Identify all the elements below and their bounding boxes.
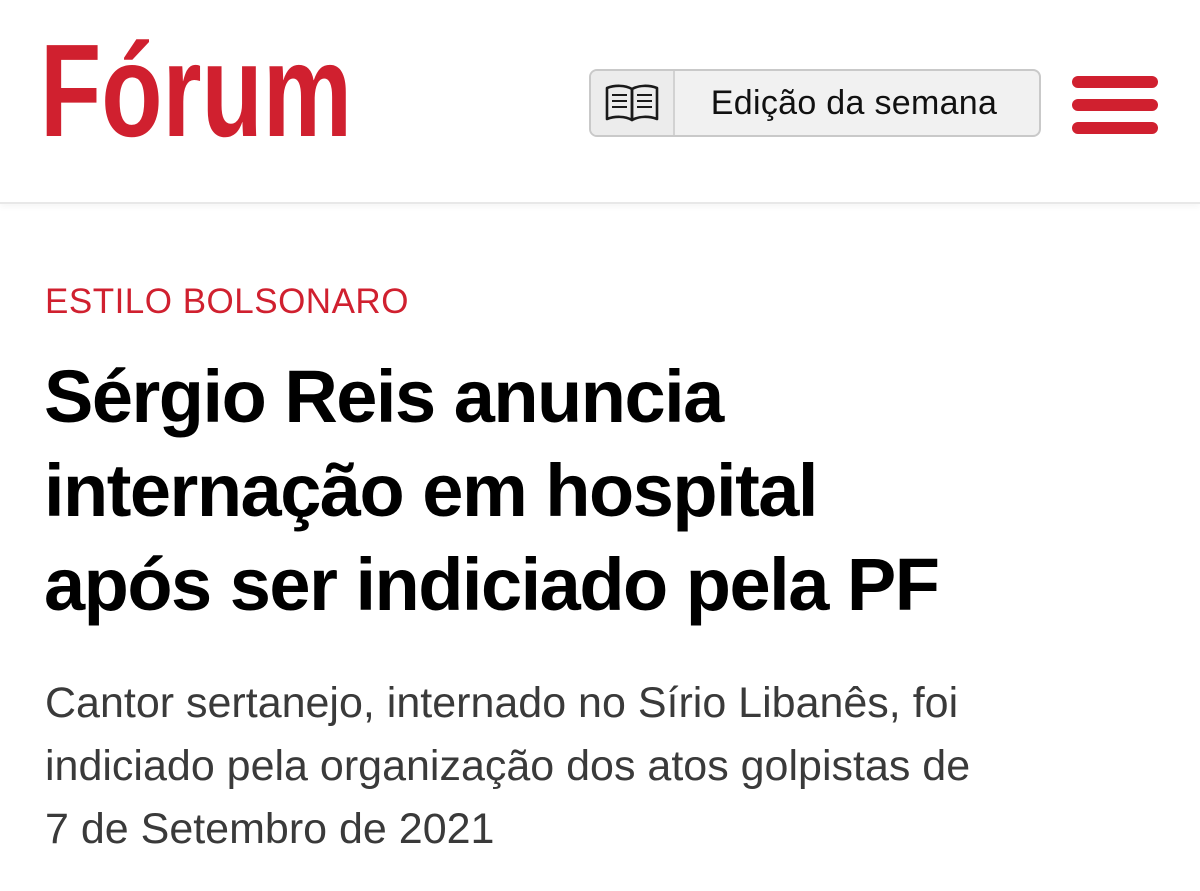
menu-bar (1072, 99, 1158, 111)
menu-bar (1072, 76, 1158, 88)
headline-line: internação em hospital (44, 449, 818, 532)
article-headline[interactable]: Sérgio Reis anuncia internação em hospit… (44, 350, 1164, 632)
weekly-edition-label: Edição da semana (710, 83, 998, 122)
headline-line: Sérgio Reis anuncia (44, 355, 724, 438)
site-header: Fórum Edição da semana (0, 0, 1200, 204)
open-book-icon (591, 71, 675, 135)
logo-text: Fórum (40, 28, 352, 150)
weekly-edition-button[interactable]: Edição da semana (589, 69, 1041, 137)
headline-line: após ser indiciado pela PF (44, 543, 940, 626)
subtitle-line: Cantor sertanejo, internado no Sírio Lib… (45, 679, 959, 727)
hamburger-menu-icon[interactable] (1072, 76, 1158, 134)
menu-bar (1072, 122, 1158, 134)
article-kicker[interactable]: ESTILO BOLSONARO (45, 282, 409, 322)
article-subtitle: Cantor sertanejo, internado no Sírio Lib… (45, 672, 1175, 861)
subtitle-line: indiciado pela organização dos atos golp… (45, 742, 971, 790)
subtitle-line: 7 de Setembro de 2021 (45, 805, 495, 853)
forum-logo[interactable]: Fórum (40, 28, 356, 150)
